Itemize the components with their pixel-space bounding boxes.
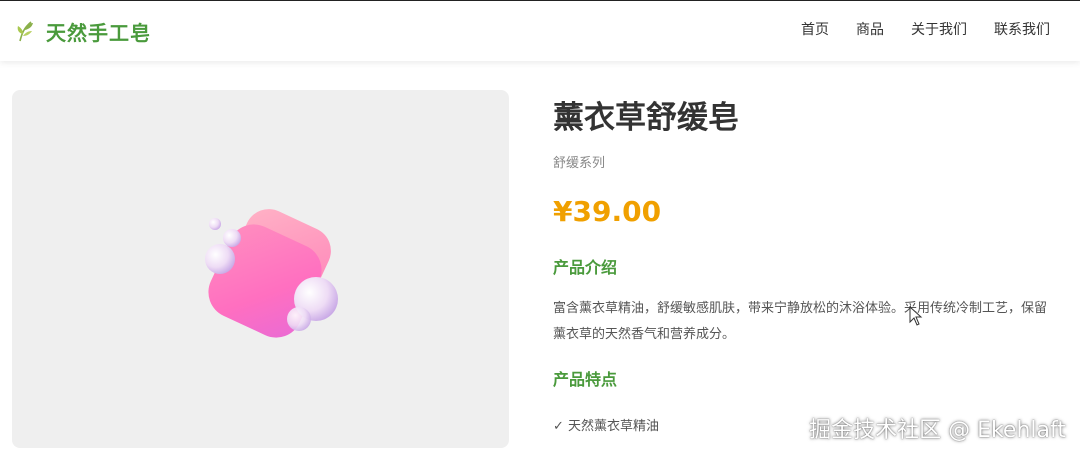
- brand-name: 天然手工皂: [46, 20, 151, 45]
- intro-heading: 产品介绍: [553, 258, 618, 277]
- product-price: ¥39.00: [553, 195, 662, 228]
- nav-contact[interactable]: 联系我们: [994, 19, 1050, 41]
- main-nav: 首页 商品 关于我们 联系我们: [774, 19, 1050, 41]
- soap-icon: [205, 209, 338, 338]
- product-title: 薰衣草舒缓皂: [553, 100, 739, 136]
- watermark-text: 掘金技术社区 @ Ekehlaft: [809, 418, 1066, 443]
- product-image: [12, 90, 509, 448]
- top-navbar: 天然手工皂 首页 商品 关于我们 联系我们: [0, 0, 1080, 61]
- features-heading: 产品特点: [553, 370, 618, 389]
- leaf-icon: [17, 21, 33, 42]
- mouse-cursor-icon: [909, 306, 923, 326]
- product-series: 舒缓系列: [553, 156, 606, 171]
- nav-home[interactable]: 首页: [801, 19, 829, 41]
- product-description: 富含薰衣草精油，舒缓敏感肌肤，带来宁静放松的沐浴体验。采用传统冷制工艺，保留薰衣…: [553, 301, 1048, 342]
- nav-about[interactable]: 关于我们: [911, 19, 967, 41]
- nav-products[interactable]: 商品: [856, 19, 884, 41]
- product-details: 薰衣草舒缓皂 舒缓系列 ¥39.00 产品介绍 富含薰衣草精油，舒缓敏感肌肤，带…: [553, 96, 1053, 438]
- brand-logo[interactable]: 天然手工皂: [14, 15, 151, 47]
